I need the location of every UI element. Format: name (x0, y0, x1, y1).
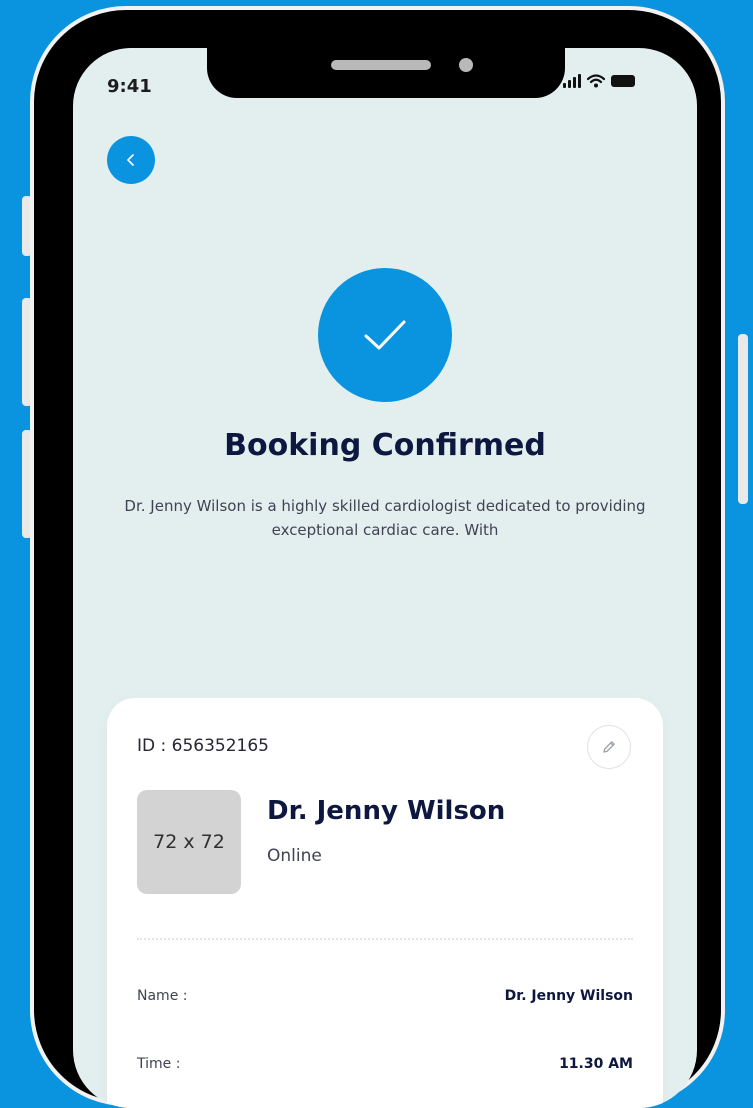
phone-screen: 9:41 Booking Confirmed Dr. Jenny Wilson … (73, 48, 697, 1108)
wifi-icon (587, 74, 605, 88)
doctor-name: Dr. Jenny Wilson (267, 796, 506, 826)
confirmation-description: Dr. Jenny Wilson is a highly skilled car… (124, 497, 646, 539)
detail-value: 11.30 AM (559, 1056, 633, 1072)
doctor-photo-placeholder: 72 x 72 (137, 790, 241, 894)
booking-card: ID : 656352165 72 x 72 Dr. Jenny Wilson … (107, 698, 663, 1108)
consultation-mode: Online (267, 846, 322, 866)
booking-id: ID : 656352165 (137, 736, 269, 756)
front-camera (459, 58, 473, 72)
battery-icon (611, 75, 635, 87)
notch (207, 48, 565, 98)
check-icon (364, 320, 406, 350)
edit-button[interactable] (587, 725, 631, 769)
status-icons (563, 74, 635, 88)
status-time: 9:41 (107, 76, 152, 97)
detail-row-time: Time : 11.30 AM (137, 1056, 633, 1072)
power-button (738, 334, 748, 504)
photo-size-label: 72 x 72 (153, 831, 225, 853)
confirmation-title: Booking Confirmed (224, 428, 546, 463)
detail-value: Dr. Jenny Wilson (504, 988, 633, 1004)
back-button[interactable] (107, 136, 155, 184)
chevron-left-icon (127, 154, 134, 166)
dotted-divider (137, 938, 633, 940)
detail-row-name: Name : Dr. Jenny Wilson (137, 988, 633, 1004)
detail-label: Time : (137, 1056, 181, 1072)
success-badge (318, 268, 452, 402)
signal-icon (563, 74, 581, 88)
pencil-icon (603, 741, 615, 753)
detail-label: Name : (137, 988, 188, 1004)
speaker (331, 60, 431, 70)
